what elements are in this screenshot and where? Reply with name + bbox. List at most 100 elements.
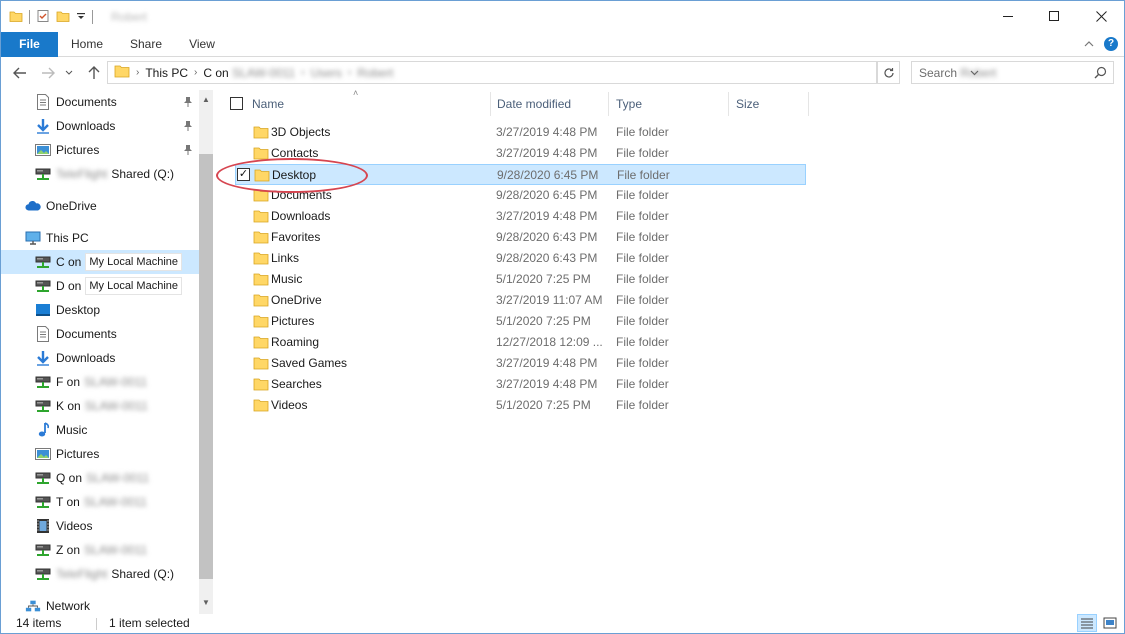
sidebar-item-videos[interactable]: Videos: [1, 514, 199, 538]
breadcrumb-c-drive[interactable]: C on SLAW-0011: [203, 66, 295, 80]
date-modified: 3/27/2019 4:48 PM: [496, 146, 598, 160]
help-icon[interactable]: ?: [1104, 37, 1118, 51]
breadcrumb-this-pc[interactable]: This PC: [145, 66, 188, 80]
breadcrumb-separator-icon[interactable]: ›: [348, 67, 351, 78]
scroll-up-arrow-icon[interactable]: ▲: [199, 92, 213, 106]
column-header-type[interactable]: Type: [610, 92, 729, 116]
sidebar-item-f-on[interactable]: F on SLAW-0011: [1, 370, 199, 394]
tab-view[interactable]: View: [181, 32, 223, 57]
navigation-pane: Documents Downloads Pictures TeleFlight Shar…: [1, 90, 213, 614]
date-modified: 9/28/2020 6:45 PM: [497, 168, 599, 182]
minimize-button[interactable]: [985, 1, 1031, 32]
sidebar-item-documents[interactable]: Documents: [1, 322, 199, 346]
sidebar-item-label: C on: [56, 255, 82, 269]
sidebar-item-blurred-name: SLAW-0011: [86, 471, 150, 485]
sidebar-item-label: Documents: [56, 95, 117, 109]
table-row[interactable]: Music 5/1/2020 7:25 PM File folder: [235, 269, 806, 290]
sidebar-item-d-on[interactable]: D on My Local Machine: [1, 274, 199, 298]
file-type: File folder: [616, 230, 669, 244]
table-row[interactable]: Saved Games 3/27/2019 4:48 PM File folder: [235, 353, 806, 374]
tab-file[interactable]: File: [1, 32, 58, 57]
network-drive-icon: [35, 254, 51, 270]
search-input[interactable]: Search Robert: [911, 61, 1114, 84]
table-row[interactable]: Roaming 12/27/2018 12:09 ... File folder: [235, 332, 806, 353]
breadcrumb-separator-icon[interactable]: ›: [301, 67, 304, 78]
table-row[interactable]: Searches 3/27/2019 4:48 PM File folder: [235, 374, 806, 395]
sidebar-item-music[interactable]: Music: [1, 418, 199, 442]
breadcrumb-user-folder[interactable]: Robert: [357, 66, 393, 80]
network-drive-icon: [35, 566, 51, 582]
sidebar-item-t-on[interactable]: T on SLAW-0011: [1, 490, 199, 514]
table-row[interactable]: Pictures 5/1/2020 7:25 PM File folder: [235, 311, 806, 332]
sidebar-item-shared-q[interactable]: TeleFlight Shared (Q:): [1, 562, 199, 586]
column-header-name[interactable]: Name: [246, 92, 490, 116]
refresh-button[interactable]: [877, 61, 900, 84]
sidebar-item-c-on[interactable]: C on My Local Machine: [1, 250, 199, 274]
file-name: Music: [271, 272, 303, 286]
sidebar-item-this-pc[interactable]: This PC: [1, 226, 199, 250]
sidebar-item-onedrive[interactable]: OneDrive: [1, 194, 199, 218]
sidebar-item-blurred-name: SLAW-0011: [84, 543, 148, 557]
close-button[interactable]: [1078, 1, 1124, 32]
table-row[interactable]: OneDrive 3/27/2019 11:07 AM File folder: [235, 290, 806, 311]
date-modified: 5/1/2020 7:25 PM: [496, 398, 591, 412]
scroll-down-arrow-icon[interactable]: ▼: [199, 595, 213, 609]
table-row[interactable]: Downloads 3/27/2019 4:48 PM File folder: [235, 206, 806, 227]
large-icons-view-button[interactable]: [1100, 614, 1120, 632]
sidebar-item-k-on[interactable]: K on SLAW-0011: [1, 394, 199, 418]
sidebar-item-downloads[interactable]: Downloads: [1, 346, 199, 370]
maximize-button[interactable]: [1031, 1, 1077, 32]
select-all-checkbox[interactable]: [230, 97, 243, 110]
row-checkbox[interactable]: ✓: [237, 168, 250, 181]
table-row[interactable]: ✓ Desktop 9/28/2020 6:45 PM File folder: [235, 164, 806, 185]
pin-icon[interactable]: [183, 96, 193, 111]
column-header-date-modified[interactable]: Date modified: [490, 92, 609, 116]
sidebar-item-documents[interactable]: Documents: [1, 90, 199, 114]
forward-arrow-icon[interactable]: [39, 64, 57, 82]
file-name: Favorites: [271, 230, 321, 244]
breadcrumb-separator-icon[interactable]: ›: [136, 67, 139, 78]
address-bar[interactable]: › This PC › C on SLAW-0011 › Users › Rob…: [107, 61, 978, 84]
tab-home[interactable]: Home: [65, 32, 109, 57]
search-icon[interactable]: [1094, 66, 1107, 82]
pin-icon[interactable]: [183, 120, 193, 135]
sidebar-item-downloads[interactable]: Downloads: [1, 114, 199, 138]
column-header-size[interactable]: Size: [730, 92, 809, 116]
recent-locations-chevron-icon[interactable]: [63, 64, 75, 82]
file-name: Roaming: [271, 335, 320, 349]
table-row[interactable]: Videos 5/1/2020 7:25 PM File folder: [235, 395, 806, 416]
table-row[interactable]: Documents 9/28/2020 6:45 PM File folder: [235, 185, 806, 206]
table-row[interactable]: Favorites 9/28/2020 6:43 PM File folder: [235, 227, 806, 248]
customize-qat-icon[interactable]: [76, 9, 86, 26]
network-drive-icon: [35, 542, 51, 558]
breadcrumb-separator-icon[interactable]: ›: [194, 67, 197, 78]
folder-icon: [253, 272, 269, 289]
ribbon-right-controls: ?: [1084, 37, 1118, 51]
back-arrow-icon[interactable]: [11, 64, 29, 82]
breadcrumb-users[interactable]: Users: [311, 66, 342, 80]
sidebar-item-pictures[interactable]: Pictures: [1, 138, 199, 162]
folder-icon: [253, 356, 269, 373]
tab-share[interactable]: Share: [123, 32, 169, 57]
sidebar-item-desktop[interactable]: Desktop: [1, 298, 199, 322]
file-name: Desktop: [272, 168, 317, 182]
network-drive-icon: [35, 494, 51, 510]
sidebar-item-blurred-name: TeleFlight: [56, 567, 108, 581]
up-arrow-icon[interactable]: [85, 64, 103, 82]
details-view-button[interactable]: [1077, 614, 1097, 632]
properties-icon[interactable]: [36, 9, 50, 26]
new-folder-icon[interactable]: [56, 9, 70, 26]
sidebar-item-pictures[interactable]: Pictures: [1, 442, 199, 466]
navigation-pane-scrollbar[interactable]: ▲ ▼: [199, 90, 213, 614]
table-row[interactable]: Contacts 3/27/2019 4:48 PM File folder: [235, 143, 806, 164]
pin-icon[interactable]: [183, 144, 193, 159]
scrollbar-thumb[interactable]: [199, 154, 213, 579]
sidebar-item-q-on[interactable]: Q on SLAW-0011: [1, 466, 199, 490]
table-row[interactable]: 3D Objects 3/27/2019 4:48 PM File folder: [235, 122, 806, 143]
table-row[interactable]: Links 9/28/2020 6:43 PM File folder: [235, 248, 806, 269]
sidebar-item-z-on[interactable]: Z on SLAW-0011: [1, 538, 199, 562]
download-arrow-icon: [35, 350, 51, 366]
sidebar-item-label: D on: [56, 279, 82, 293]
sidebar-item-shared-q[interactable]: TeleFlight Shared (Q:): [1, 162, 199, 186]
expand-ribbon-chevron-icon[interactable]: [1084, 37, 1094, 51]
